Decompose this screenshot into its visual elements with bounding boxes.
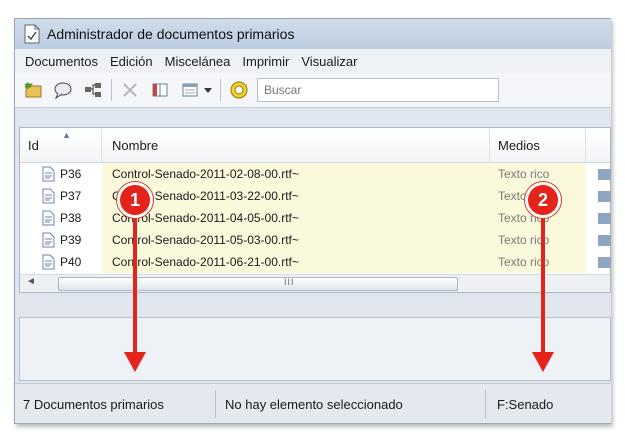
text-document-icon <box>42 166 55 182</box>
row-bar <box>598 213 611 224</box>
callout-1-arrowhead <box>124 352 146 372</box>
row-name: Control-Senado-2011-05-03-00.rtf~ <box>112 233 299 247</box>
status-document-count: 7 Documentos primarios <box>23 396 164 412</box>
row-id: P39 <box>60 233 82 247</box>
text-document-icon <box>42 232 55 248</box>
row-id: P36 <box>60 167 82 181</box>
list-body: P36 Control-Senado-2011-02-08-00.rtf~ Te… <box>20 163 611 273</box>
list-row[interactable]: P40 Control-Senado-2011-06-21-00.rtf~ Te… <box>20 251 611 273</box>
scroll-left-icon[interactable]: ◄ <box>26 276 36 287</box>
split-view-icon[interactable] <box>148 78 172 102</box>
column-name-label: Nombre <box>112 137 159 153</box>
toolbar: ✱ <box>15 73 611 108</box>
callout-2-line <box>541 200 545 355</box>
text-document-icon <box>42 210 55 226</box>
toolbar-separator <box>220 79 221 101</box>
callout-1-badge: 1 <box>117 182 153 218</box>
callout-2-badge: 2 <box>525 182 561 218</box>
row-name: Control-Senado-2011-02-08-00.rtf~ <box>112 167 299 181</box>
column-header-name[interactable]: Nombre <box>102 128 490 162</box>
menu-documentos[interactable]: Documentos <box>25 54 98 69</box>
callout-2-arrowhead <box>532 352 554 372</box>
list-header: Id ▲ Nombre Medios <box>20 128 610 163</box>
status-selection: No hay elemento seleccionado <box>225 396 403 412</box>
menu-bar: Documentos Edición Miscelánea Imprimir V… <box>15 49 611 73</box>
column-header-media[interactable]: Medios <box>490 128 586 162</box>
toolbar-separator <box>111 79 112 101</box>
new-document-icon[interactable]: ✱ <box>21 78 45 102</box>
dropdown-arrow-icon[interactable] <box>202 78 214 102</box>
status-separator <box>215 390 216 418</box>
comment-icon[interactable] <box>51 78 75 102</box>
view-options-icon[interactable] <box>178 78 202 102</box>
status-filter: F:Senado <box>497 396 554 412</box>
list-row[interactable]: P37 Control-Senado-2011-03-22-00.rtf~ Te… <box>20 185 611 207</box>
column-media-label: Medios <box>498 137 540 153</box>
text-document-icon <box>42 188 55 204</box>
search-box[interactable] <box>257 78 499 102</box>
text-document-icon <box>42 254 55 270</box>
sort-ascending-icon: ▲ <box>62 130 71 140</box>
row-bar <box>598 169 611 180</box>
row-name: Control-Senado-2011-06-21-00.rtf~ <box>112 255 299 269</box>
list-row[interactable]: P36 Control-Senado-2011-02-08-00.rtf~ Te… <box>20 163 611 185</box>
family-tree-icon[interactable] <box>81 78 105 102</box>
document-icon <box>23 24 41 44</box>
search-input[interactable] <box>258 82 486 98</box>
window-title: Administrador de documentos primarios <box>47 26 295 42</box>
title-bar: Administrador de documentos primarios <box>15 19 611 49</box>
list-row[interactable]: P38 Control-Senado-2011-04-05-00.rtf~ Te… <box>20 207 611 229</box>
row-id: P37 <box>60 189 82 203</box>
row-bar <box>598 257 611 268</box>
row-bar <box>598 191 611 202</box>
row-bar <box>598 235 611 246</box>
delete-icon[interactable] <box>118 78 142 102</box>
menu-imprimir[interactable]: Imprimir <box>242 54 289 69</box>
list-row[interactable]: P39 Control-Senado-2011-05-03-00.rtf~ Te… <box>20 229 611 251</box>
status-bar: 7 Documentos primarios No hay elemento s… <box>15 383 611 423</box>
menu-miscelanea[interactable]: Miscelánea <box>165 54 231 69</box>
search-ring-icon[interactable] <box>227 78 251 102</box>
column-header-extra[interactable] <box>586 128 610 162</box>
status-separator <box>485 390 486 418</box>
preview-pane <box>19 317 611 381</box>
menu-edicion[interactable]: Edición <box>110 54 153 69</box>
row-id: P38 <box>60 211 82 225</box>
documents-list: Id ▲ Nombre Medios P36 Control-Senado-20… <box>19 127 611 293</box>
svg-text:✱: ✱ <box>24 81 32 91</box>
scrollbar-thumb[interactable]: III <box>58 277 458 291</box>
primary-documents-manager-window: Administrador de documentos primarios Do… <box>14 18 611 424</box>
row-id: P40 <box>60 255 82 269</box>
callout-1-line <box>133 200 137 355</box>
column-header-id[interactable]: Id ▲ <box>20 128 102 162</box>
horizontal-scrollbar[interactable]: ◄ III <box>20 274 610 292</box>
scrollbar-grip: III <box>284 277 295 287</box>
column-id-label: Id <box>28 137 39 153</box>
menu-visualizar[interactable]: Visualizar <box>301 54 357 69</box>
